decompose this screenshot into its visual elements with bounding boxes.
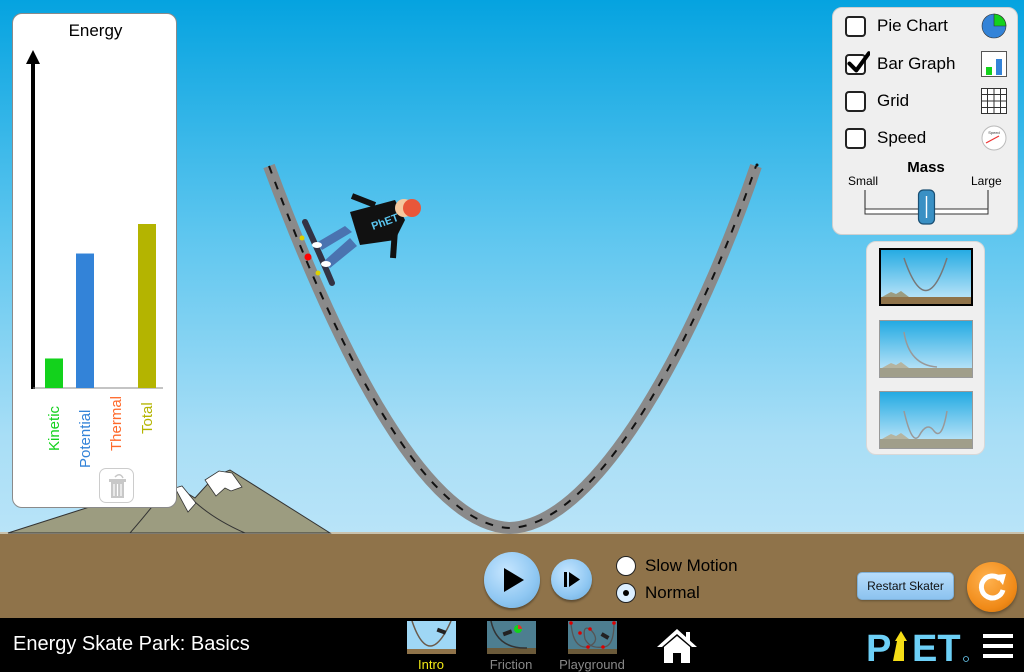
energy-bar-chart xyxy=(26,50,163,389)
grid-checkbox-row[interactable]: Grid xyxy=(845,88,909,114)
restart-skater-button[interactable]: Restart Skater xyxy=(857,572,954,600)
pie-chart-icon xyxy=(981,13,1007,39)
track-end-point[interactable] xyxy=(755,163,759,167)
checkmark-icon xyxy=(847,50,870,72)
phet-logo[interactable]: P ET xyxy=(866,627,970,665)
bar-graph-checkbox-row[interactable]: Bar Graph xyxy=(845,50,956,77)
playground-screen-icon xyxy=(568,621,617,654)
track-option-slope[interactable] xyxy=(879,320,973,378)
mass-min-label: Small xyxy=(848,174,879,188)
bar-label-total: Total xyxy=(139,402,156,434)
phet-logo-text: P xyxy=(866,628,891,665)
grid-label: Grid xyxy=(877,91,910,110)
energy-bar-graph-panel[interactable]: Energy Kinetic Potential Thermal Total xyxy=(12,13,177,508)
energy-bar-kinetic xyxy=(45,358,63,388)
friction-screen-icon xyxy=(487,621,536,654)
skater-center-dot xyxy=(304,253,312,261)
speedometer-icon: Speed xyxy=(981,125,1007,151)
energy-title: Energy xyxy=(68,21,123,40)
pie-chart-label: Pie Chart xyxy=(877,16,948,35)
trash-icon xyxy=(109,474,126,498)
skater[interactable]: PhET xyxy=(299,193,422,286)
normal-speed-radio[interactable] xyxy=(616,583,636,603)
grid-icon xyxy=(981,88,1007,114)
grid-checkbox[interactable] xyxy=(845,90,866,112)
bar-label-potential: Potential xyxy=(77,409,94,468)
normal-speed-option[interactable]: Normal xyxy=(616,583,700,603)
pie-chart-checkbox[interactable] xyxy=(845,15,866,37)
energy-bar-potential xyxy=(76,253,94,388)
intro-screen-icon xyxy=(407,621,456,654)
hamburger-menu-icon xyxy=(983,634,1013,658)
screen-tab-friction[interactable]: Friction xyxy=(476,621,546,672)
home-button[interactable] xyxy=(655,627,699,665)
speed-label: Speed xyxy=(877,128,927,147)
track-selector-panel xyxy=(866,241,985,455)
reset-icon xyxy=(978,573,1006,601)
bar-graph-checkbox[interactable] xyxy=(845,50,870,75)
bar-graph-icon xyxy=(981,51,1007,77)
friction-tab-label: Friction xyxy=(489,657,533,672)
step-forward-button[interactable] xyxy=(551,559,592,600)
slow-motion-option[interactable]: Slow Motion xyxy=(616,556,738,576)
playground-tab-label: Playground xyxy=(559,657,625,672)
mass-slider[interactable] xyxy=(853,188,1003,230)
slow-motion-label: Slow Motion xyxy=(645,556,738,575)
bar-label-kinetic: Kinetic xyxy=(46,405,63,451)
skate-track[interactable] xyxy=(263,163,762,535)
play-button[interactable] xyxy=(484,552,540,608)
bar-label-thermal: Thermal xyxy=(108,395,125,451)
speed-checkbox-row[interactable]: Speed xyxy=(845,125,926,151)
reset-all-button[interactable] xyxy=(967,562,1017,612)
mass-slider-thumb[interactable] xyxy=(917,189,936,225)
play-icon xyxy=(504,568,524,592)
energy-axis-arrow-icon xyxy=(26,50,40,64)
sim-stage: PhET Energy Kinetic Potential Thermal Total xyxy=(0,0,1024,672)
pie-chart-checkbox-row[interactable]: Pie Chart xyxy=(845,13,948,39)
sim-title: Energy Skate Park: Basics xyxy=(13,633,250,655)
home-icon xyxy=(657,629,697,663)
phet-menu-button[interactable] xyxy=(982,632,1014,660)
mass-max-label: Large xyxy=(971,174,1002,188)
clear-thermal-button[interactable] xyxy=(99,468,134,503)
track-option-parabola[interactable] xyxy=(879,248,973,306)
energy-bar-total xyxy=(138,224,156,388)
svg-text:ET: ET xyxy=(912,628,961,665)
speed-checkbox[interactable] xyxy=(845,127,866,149)
screen-tab-playground[interactable]: Playground xyxy=(557,621,627,672)
normal-speed-label: Normal xyxy=(645,583,700,602)
display-controls-panel: Pie Chart Bar Graph Grid Speed Speed Mas… xyxy=(832,7,1018,235)
track-option-double-well[interactable] xyxy=(879,391,973,449)
slow-motion-radio[interactable] xyxy=(616,556,636,576)
step-forward-icon xyxy=(564,572,580,587)
bar-graph-label: Bar Graph xyxy=(877,54,956,73)
screen-tab-intro[interactable]: Intro xyxy=(396,621,466,672)
intro-tab-label: Intro xyxy=(417,657,444,672)
svg-text:Speed: Speed xyxy=(988,130,1000,135)
